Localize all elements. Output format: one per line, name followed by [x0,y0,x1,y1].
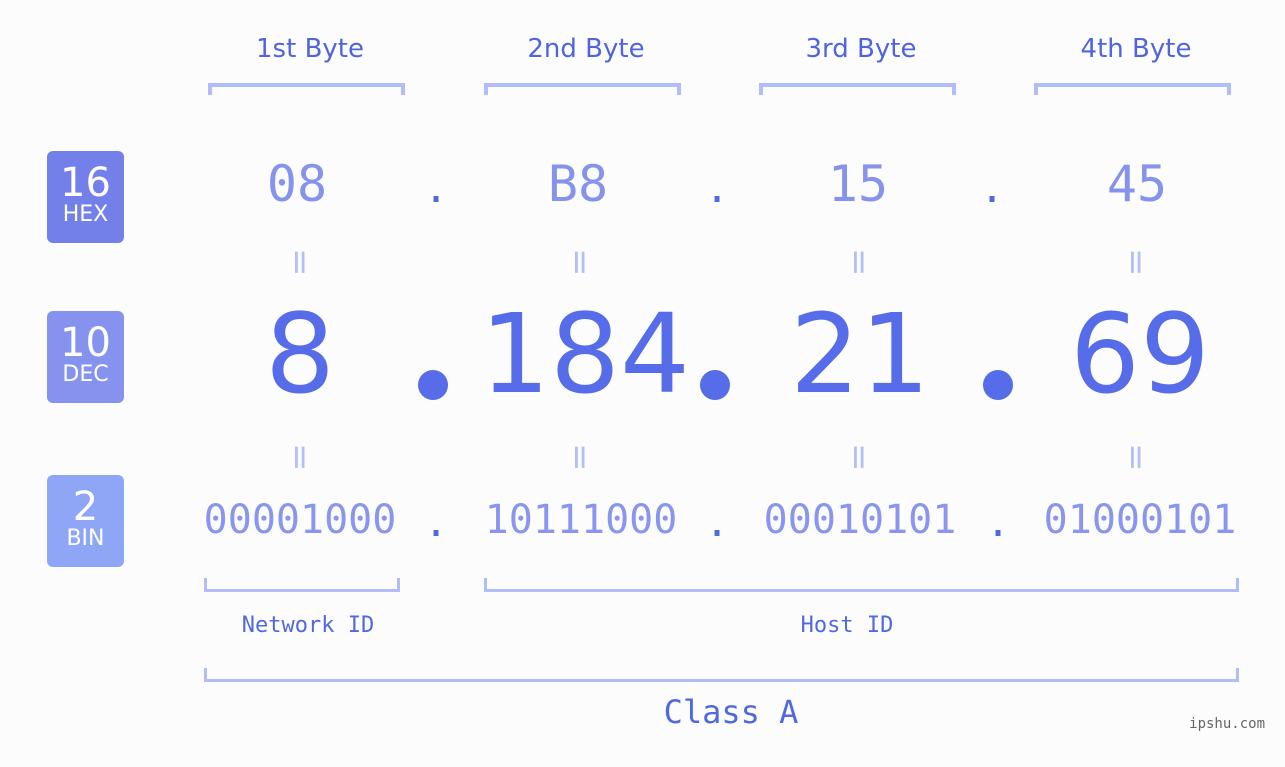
ip-class-label: Class A [663,693,799,731]
equals-icon: = [560,248,600,277]
bin-separator-3: . [986,500,1011,546]
equals-icon: = [839,443,879,472]
bin-separator-1: . [424,500,449,546]
byte-header-2: 2nd Byte [527,34,645,64]
bin-base: 2 [72,484,99,530]
dec-separator-1 [418,370,448,400]
hex-separator-1: . [424,166,449,212]
byte-bracket-2 [484,83,681,95]
dec-base: 10 [60,320,111,366]
bin-byte-2: 10111000 [484,497,678,543]
class-bracket [204,668,1239,682]
dec-separator-3 [983,370,1013,400]
dec-label: DEC [62,362,109,387]
hex-byte-3: 15 [827,155,889,213]
hex-byte-2: B8 [547,155,609,213]
byte-bracket-3 [759,83,956,95]
bin-byte-1: 00001000 [203,497,397,543]
hex-byte-1: 08 [266,155,328,213]
host-id-bracket [484,578,1239,592]
dec-byte-1: 8 [265,290,335,418]
equals-icon: = [839,248,879,277]
hex-label: HEX [62,202,109,227]
hex-separator-3: . [980,166,1005,212]
bin-separator-2: . [705,500,730,546]
equals-icon: = [1116,443,1156,472]
hex-badge: 16 HEX [47,151,124,243]
host-id-label: Host ID [800,613,894,638]
network-id-bracket [204,578,400,592]
byte-header-3: 3rd Byte [805,34,917,64]
dec-byte-4: 69 [1070,290,1210,418]
bin-label: BIN [66,526,105,551]
equals-icon: = [1116,248,1156,277]
dec-byte-2: 184 [480,290,690,418]
bin-byte-4: 01000101 [1043,497,1237,543]
byte-bracket-1 [208,83,405,95]
byte-header-4: 4th Byte [1080,34,1192,64]
byte-header-1: 1st Byte [256,34,364,64]
hex-byte-4: 45 [1106,155,1168,213]
dec-byte-3: 21 [790,290,930,418]
equals-icon: = [560,443,600,472]
equals-icon: = [280,443,320,472]
dec-badge: 10 DEC [47,311,124,403]
byte-bracket-4 [1034,83,1231,95]
equals-icon: = [280,248,320,277]
dec-separator-2 [700,370,730,400]
network-id-label: Network ID [241,613,375,638]
hex-base: 16 [60,160,111,206]
bin-byte-3: 00010101 [763,497,957,543]
watermark: ipshu.com [1189,716,1265,732]
bin-badge: 2 BIN [47,475,124,567]
hex-separator-2: . [705,166,730,212]
